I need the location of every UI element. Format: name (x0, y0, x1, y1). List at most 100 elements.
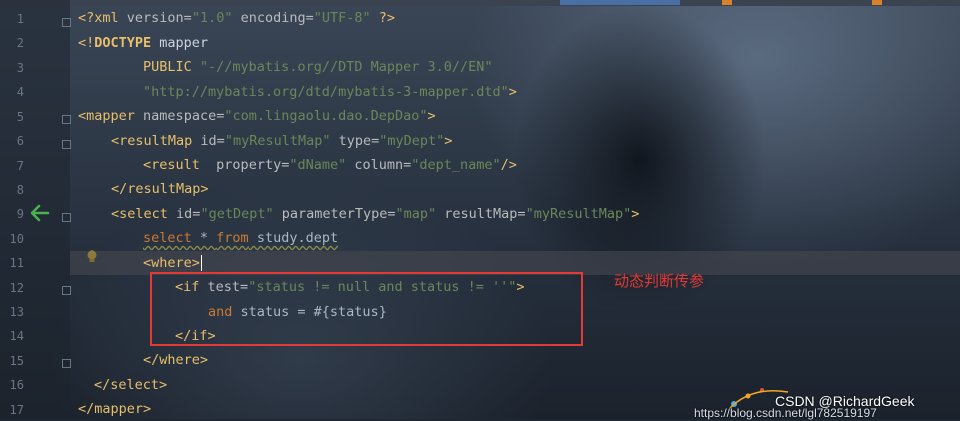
token: resultMap= (436, 206, 526, 222)
fold-marker-icon[interactable] (62, 286, 71, 295)
token: PUBLIC (143, 59, 192, 75)
line-number: 10 (9, 232, 24, 246)
line-number: 5 (16, 110, 24, 124)
token: > (199, 352, 209, 368)
token: "com.lingaolu.dao.DepDao" (224, 108, 428, 124)
line-number: 12 (9, 281, 24, 295)
token: "UTF-8" (313, 10, 371, 26)
token: "myResultMap" (224, 133, 331, 149)
token: > (159, 377, 168, 393)
token: mapper (86, 108, 135, 124)
line-number: 14 (9, 329, 24, 343)
fold-marker-icon[interactable] (62, 359, 71, 368)
token: mapper (94, 401, 144, 417)
token: result (151, 157, 200, 173)
token: < (78, 108, 87, 124)
code-line-7[interactable]: <result property="dName" column="dept_na… (143, 153, 517, 177)
token: "dept_name" (411, 157, 501, 173)
token: type= (330, 133, 380, 149)
annotation-label: 动态判断传参 (614, 272, 705, 290)
token: namespace= (134, 108, 225, 124)
token: <! (78, 35, 95, 51)
token: select (110, 377, 160, 393)
code-line-8[interactable]: </resultMap> (111, 177, 209, 201)
token: column= (346, 157, 412, 173)
token: "http://mybatis.org/dtd/mybatis-3-mapper… (143, 84, 509, 100)
line-number: 2 (16, 36, 24, 50)
token: "1.0" (191, 10, 233, 26)
active-tab-indicator[interactable] (560, 0, 680, 5)
code-line-4[interactable]: "http://mybatis.org/dtd/mybatis-3-mapper… (143, 80, 517, 104)
token: resultMap (127, 181, 201, 197)
line-number: 9 (16, 207, 24, 221)
token: encoding= (232, 10, 314, 26)
token: /> (500, 157, 517, 173)
token: DOCTYPE (94, 35, 152, 51)
token: < (143, 255, 152, 271)
fold-marker-icon[interactable] (62, 115, 71, 124)
token: > (631, 206, 640, 222)
token: > (444, 133, 453, 149)
token: "myResultMap" (525, 206, 632, 222)
code-line-10[interactable]: select * from study.dept (143, 226, 338, 250)
token: < (111, 133, 120, 149)
token: id= (167, 206, 201, 222)
token: </ (94, 377, 111, 393)
code-line-17[interactable]: </mapper> (78, 397, 151, 421)
line-number: 15 (9, 354, 24, 368)
token: </ (111, 181, 128, 197)
line-number: 7 (16, 159, 24, 173)
token: "map" (395, 206, 437, 222)
green-left-arrow-icon[interactable] (28, 202, 50, 224)
token: > (427, 108, 436, 124)
file-tab-icon[interactable] (872, 0, 882, 5)
text-cursor (200, 255, 202, 271)
token: </ (143, 352, 160, 368)
code-line-9[interactable]: <select id="getDept" parameterType="map"… (111, 202, 639, 226)
token: > (191, 255, 200, 271)
code-line-6[interactable]: <resultMap id="myResultMap" type="myDept… (111, 129, 452, 153)
code-line-3[interactable]: PUBLIC "-//mybatis.org//DTD Mapper 3.0//… (143, 55, 493, 79)
token: property= (199, 157, 290, 173)
token: resultMap (119, 133, 193, 149)
code-line-5[interactable]: <mapper namespace="com.lingaolu.dao.DepD… (78, 104, 436, 128)
token: </ (78, 401, 95, 417)
annotation-highlight-box (150, 272, 583, 346)
token: select (143, 230, 192, 246)
line-number: 13 (9, 305, 24, 319)
token: where (159, 352, 200, 368)
line-number: 8 (16, 183, 24, 197)
line-number: 16 (9, 378, 24, 392)
token: id= (192, 133, 225, 149)
line-number: 4 (16, 85, 24, 99)
token: <? (78, 10, 95, 26)
code-line-2[interactable]: <!DOCTYPE mapper (78, 31, 208, 55)
token: xml (94, 10, 119, 26)
fold-marker-icon[interactable] (62, 140, 71, 149)
token: "dName" (289, 157, 347, 173)
token: version= (118, 10, 192, 26)
token: > (508, 84, 517, 100)
token: "-//mybatis.org//DTD Mapper 3.0//EN" (191, 59, 493, 75)
token: mapper (151, 35, 209, 51)
line-number: 3 (16, 61, 24, 75)
code-line-15[interactable]: </where> (143, 348, 208, 372)
file-tab-icon[interactable] (722, 0, 732, 5)
code-line-16[interactable]: </select> (94, 373, 167, 397)
fold-marker-icon[interactable] (62, 213, 71, 222)
token: > (143, 401, 152, 417)
fold-marker-icon[interactable] (62, 18, 71, 27)
token: select (119, 206, 168, 222)
token: from (216, 230, 249, 246)
line-number: 6 (16, 134, 24, 148)
line-number: 17 (9, 403, 24, 417)
token: ?> (370, 10, 396, 26)
token: study.dept (248, 230, 339, 246)
token: > (200, 181, 209, 197)
token: * (191, 230, 217, 246)
code-line-1[interactable]: <?xml version="1.0" encoding="UTF-8" ?> (78, 6, 395, 30)
token: "myDept" (379, 133, 445, 149)
line-number: 11 (9, 256, 24, 270)
token: "getDept" (200, 206, 274, 222)
token: < (111, 206, 120, 222)
